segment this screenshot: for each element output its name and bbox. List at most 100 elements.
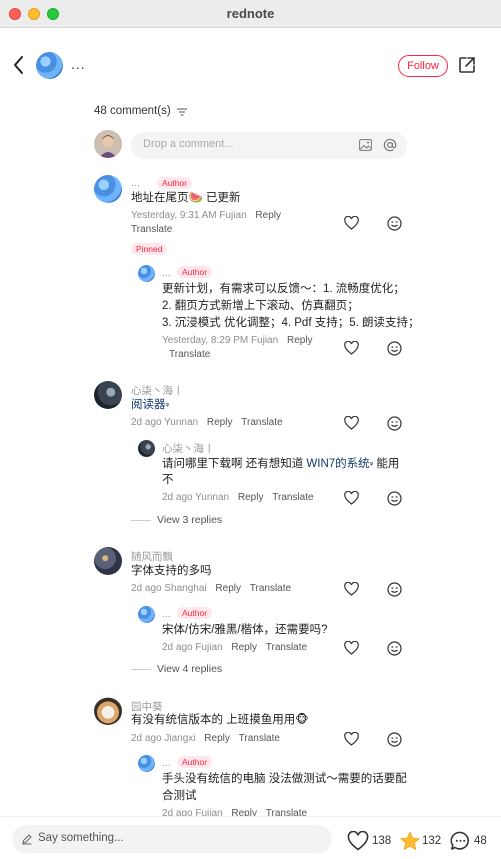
commenter-avatar[interactable]	[94, 697, 122, 725]
comment-text[interactable]: 阅读器ᵠ	[131, 397, 169, 414]
bottom-action-bar: Say something... 138 132 48	[0, 816, 501, 859]
say-something-placeholder: Say something...	[38, 832, 124, 844]
reply-text-line: 请问哪里下载啊 还有想知道 WIN7的系统ᵠ 能用	[162, 456, 399, 473]
comment-count: 48 comment(s)	[94, 105, 171, 117]
my-avatar	[94, 130, 122, 158]
back-arrow-icon[interactable]	[12, 54, 26, 76]
sort-icon[interactable]	[177, 108, 187, 116]
divider	[131, 519, 151, 521]
emoji-react-icon[interactable]	[387, 416, 402, 431]
translate-link[interactable]: Translate	[272, 492, 313, 503]
reply-link[interactable]: Reply	[287, 335, 313, 346]
reply-name[interactable]: ...	[162, 608, 171, 620]
like-heart-icon[interactable]	[344, 216, 359, 230]
collect-count-button[interactable]: 132	[399, 831, 445, 851]
reply-link[interactable]: Reply	[215, 583, 241, 594]
reply-meta: 2d ago Yunnan Reply Translate	[162, 492, 314, 503]
comment-count-value: 48	[474, 835, 487, 847]
commenter-avatar[interactable]	[94, 175, 122, 203]
reply-name[interactable]: 心柒丶海丨	[162, 441, 215, 456]
reply-topic-link[interactable]: WIN7的系统	[306, 458, 369, 470]
translate-link[interactable]: Translate	[266, 642, 307, 653]
author-badge: Author	[177, 607, 213, 619]
translate-link[interactable]: Translate	[241, 417, 282, 428]
like-heart-icon[interactable]	[344, 416, 359, 430]
reply-time: Yesterday, 8:29 PM Fujian	[162, 335, 279, 346]
comment-time: 2d ago Jiangxi	[131, 733, 196, 744]
emoji-react-icon[interactable]	[387, 491, 402, 506]
commenter-name[interactable]: 随风而飘	[131, 549, 173, 564]
reply-time: 2d ago Fujian	[162, 642, 223, 653]
comment-meta: Yesterday, 9:31 AM Fujian Reply	[131, 210, 281, 221]
reply-text-line: 不	[162, 474, 174, 486]
reply-text: 宋体/仿宋/雅黑/楷体，还需要吗?	[162, 624, 328, 636]
mention-icon[interactable]	[383, 138, 397, 152]
view-more-replies[interactable]: View 4 replies	[131, 663, 222, 675]
commenter-name[interactable]: ...	[131, 177, 140, 189]
emoji-react-icon[interactable]	[387, 582, 402, 597]
reply-meta: Yesterday, 8:29 PM Fujian Reply	[162, 335, 313, 346]
commenter-name[interactable]: 心柒丶海丨	[131, 383, 184, 398]
view-replies-label[interactable]: View 4 replies	[157, 663, 222, 675]
like-heart-icon[interactable]	[344, 732, 359, 746]
pinned-badge: Pinned	[131, 243, 168, 255]
commenter-avatar[interactable]	[94, 381, 122, 409]
like-heart-icon[interactable]	[344, 582, 359, 596]
share-icon[interactable]	[458, 56, 476, 74]
author-avatar[interactable]	[36, 52, 63, 79]
author-name[interactable]: ...	[71, 56, 86, 72]
comment-time: 2d ago Yunnan	[131, 417, 199, 428]
reply-avatar[interactable]	[138, 440, 155, 457]
view-more-replies[interactable]: View 3 replies	[131, 514, 222, 526]
pencil-icon	[22, 834, 32, 845]
view-replies-label[interactable]: View 3 replies	[157, 514, 222, 526]
reply-text-line: 2. 翻页方式新增上下滚动、仿真翻页；	[162, 300, 359, 312]
like-heart-icon[interactable]	[344, 341, 359, 355]
reply-text-line: 手头没有统信的电脑 没法做测试～需要的话要配	[162, 773, 407, 785]
comment-time: 2d ago Shanghai	[131, 583, 207, 594]
commenter-avatar[interactable]	[94, 547, 122, 575]
reply-meta: 2d ago Fujian Reply Translate	[162, 642, 307, 653]
author-badge: Author	[177, 756, 213, 768]
comment-input[interactable]	[143, 138, 353, 150]
reply-link[interactable]: Reply	[207, 417, 233, 428]
window-titlebar: rednote	[0, 0, 501, 28]
reply-name[interactable]: ...	[162, 267, 171, 279]
reply-avatar[interactable]	[138, 606, 155, 623]
author-badge: Author	[177, 266, 213, 278]
reply-link[interactable]: Reply	[231, 642, 257, 653]
reply-text-line: 更新计划，有需求可以反馈～：1. 流畅度优化；	[162, 283, 405, 295]
reply-link[interactable]: Reply	[255, 210, 281, 221]
translate-link[interactable]: Translate	[250, 583, 291, 594]
reply-avatar[interactable]	[138, 265, 155, 282]
reply-avatar[interactable]	[138, 755, 155, 772]
comment-text: 地址在尾页🍉 已更新	[131, 192, 241, 204]
comment-input-box[interactable]	[131, 132, 407, 159]
translate-link[interactable]: Translate	[169, 349, 210, 360]
like-heart-icon[interactable]	[344, 641, 359, 655]
collect-count: 132	[422, 835, 442, 847]
post-header: ... Follow	[0, 28, 501, 104]
like-count: 138	[372, 835, 392, 847]
image-icon[interactable]	[359, 139, 372, 151]
comment-count-button[interactable]: 48	[450, 831, 492, 851]
emoji-react-icon[interactable]	[387, 732, 402, 747]
emoji-react-icon[interactable]	[387, 341, 402, 356]
reply-text-line: 3. 沉浸模式 优化调整；4. Pdf 支持；5. 朗读支持；	[162, 317, 420, 329]
translate-link[interactable]: Translate	[239, 733, 280, 744]
emoji-react-icon[interactable]	[387, 216, 402, 231]
comment-bubble-icon	[450, 831, 469, 850]
emoji-react-icon[interactable]	[387, 641, 402, 656]
reply-link[interactable]: Reply	[204, 733, 230, 744]
reply-name[interactable]: ...	[162, 757, 171, 769]
reply-time: 2d ago Yunnan	[162, 492, 230, 503]
follow-button[interactable]: Follow	[398, 55, 448, 77]
like-heart-icon[interactable]	[344, 491, 359, 505]
comment-topic-link[interactable]: 阅读器	[131, 399, 166, 411]
divider	[131, 668, 151, 670]
say-something-input[interactable]: Say something...	[12, 825, 332, 853]
author-badge: Author	[157, 177, 193, 189]
like-count-button[interactable]: 138	[347, 831, 395, 851]
reply-link[interactable]: Reply	[238, 492, 264, 503]
translate-link[interactable]: Translate	[131, 224, 172, 235]
